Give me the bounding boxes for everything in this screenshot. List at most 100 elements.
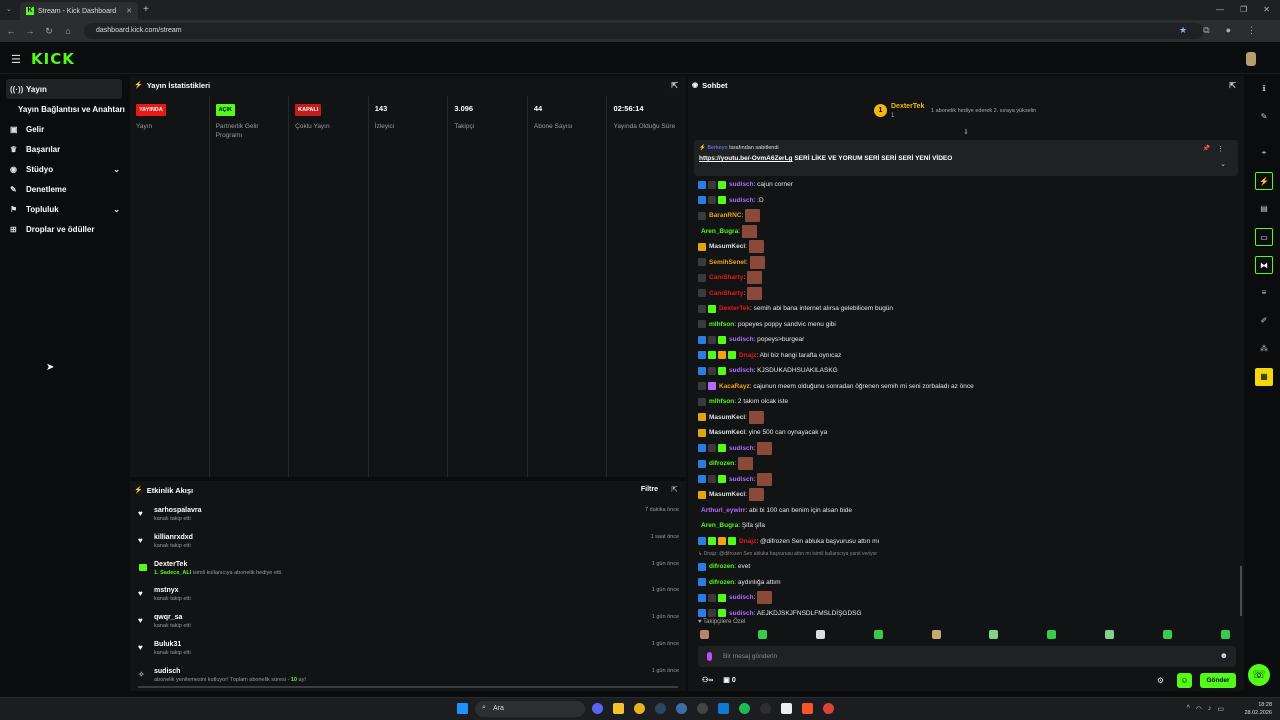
vscode-icon[interactable] bbox=[718, 703, 729, 714]
popout-icon[interactable]: ⇱ bbox=[1229, 81, 1236, 90]
chat-username[interactable]: MasumKeci bbox=[709, 414, 745, 421]
chevron-up-icon[interactable]: ^ bbox=[1186, 705, 1189, 713]
pin-icon[interactable]: 📌 bbox=[1203, 145, 1210, 152]
chat-scrollbar[interactable] bbox=[1240, 566, 1242, 616]
minimize-icon[interactable]: — bbox=[1216, 5, 1224, 14]
chat-username[interactable]: difrozen bbox=[709, 563, 734, 570]
sidebar-item-stream-key[interactable]: Yayın Bağlantısı ve Anahtarı bbox=[0, 99, 128, 119]
send-button[interactable]: Gönder bbox=[1200, 673, 1236, 688]
kick-emote-icon[interactable]: ☺ bbox=[1177, 673, 1192, 688]
chrome-icon[interactable] bbox=[634, 703, 645, 714]
chat-username[interactable]: sudisch bbox=[729, 445, 754, 452]
chat-username[interactable]: Aren_Bugra bbox=[701, 228, 738, 235]
chat-username[interactable]: MasumKeci bbox=[709, 491, 745, 498]
chat-username[interactable]: sudisch bbox=[729, 476, 754, 483]
lightning-icon[interactable]: ⚡ bbox=[1255, 172, 1273, 190]
activity-user[interactable]: Buluk31 bbox=[154, 641, 686, 648]
hamburger-menu-icon[interactable]: ☰ bbox=[11, 53, 21, 66]
profile-avatar-icon[interactable]: ● bbox=[1226, 25, 1231, 36]
home-icon[interactable]: ⌂ bbox=[60, 26, 76, 36]
windows-start-icon[interactable] bbox=[457, 703, 468, 714]
obs-icon[interactable] bbox=[760, 703, 771, 714]
emote-icon[interactable] bbox=[815, 630, 825, 639]
chat-username[interactable]: DexterTek bbox=[719, 305, 750, 312]
gear-icon[interactable]: ⚙ bbox=[1157, 676, 1164, 685]
chat-username[interactable]: Arthurl_eywirr bbox=[701, 507, 745, 514]
chat-username[interactable]: BaranRNC bbox=[709, 212, 742, 219]
volume-icon[interactable]: ♪ bbox=[1208, 705, 1212, 713]
clapperboard-icon[interactable]: ▦ bbox=[1255, 368, 1273, 386]
openai-icon[interactable] bbox=[697, 703, 708, 714]
close-tab-icon[interactable]: ✕ bbox=[126, 7, 132, 15]
chat-icon[interactable]: ▭ bbox=[1255, 228, 1273, 246]
steam-icon[interactable] bbox=[655, 703, 666, 714]
forward-icon[interactable]: → bbox=[22, 26, 38, 36]
emote-icon[interactable] bbox=[1220, 630, 1230, 639]
reload-icon[interactable]: ↻ bbox=[41, 26, 57, 37]
brave-icon[interactable] bbox=[802, 703, 813, 714]
pencil-icon[interactable]: ✎ bbox=[1255, 108, 1273, 126]
chat-username[interactable]: sudisch bbox=[729, 336, 754, 343]
maximize-icon[interactable]: ❐ bbox=[1240, 5, 1247, 14]
activity-user[interactable]: sudisch bbox=[154, 668, 686, 675]
tab-search-icon[interactable]: ⌄ bbox=[6, 5, 12, 13]
emote-icon[interactable] bbox=[1163, 630, 1172, 639]
emote-icon[interactable] bbox=[700, 630, 709, 639]
nodes-icon[interactable]: ⁂ bbox=[1255, 340, 1273, 358]
kick-logo[interactable]: KICK bbox=[31, 50, 75, 68]
emote-icon[interactable] bbox=[873, 630, 883, 639]
activity-user[interactable]: DexterTek bbox=[154, 561, 686, 568]
sidebar-item-denetleme[interactable]: ✎ Denetleme bbox=[0, 179, 128, 199]
microphone-icon[interactable] bbox=[707, 652, 712, 661]
sidebar-item-droplar[interactable]: ⊞ Droplar ve ödüller bbox=[0, 219, 128, 239]
chat-input[interactable]: Bir mesaj gönderin ☻ bbox=[698, 646, 1236, 667]
activity-user[interactable]: sarhospalavra bbox=[154, 507, 686, 514]
emote-icon[interactable] bbox=[931, 630, 941, 639]
users-infinity-icon[interactable]: ⚇∞ bbox=[702, 676, 713, 684]
chrome-active-icon[interactable] bbox=[823, 703, 834, 714]
chat-username[interactable]: sudisch bbox=[729, 610, 754, 617]
emote-icon[interactable] bbox=[757, 630, 767, 639]
url-field[interactable]: dashboard.kick.com/stream bbox=[84, 23, 1204, 39]
chat-username[interactable]: sudisch bbox=[729, 367, 754, 374]
activity-user[interactable]: qwqr_sa bbox=[154, 614, 686, 621]
wrench-icon[interactable]: ✐ bbox=[1255, 312, 1273, 330]
close-window-icon[interactable]: ✕ bbox=[1263, 5, 1270, 14]
pinned-link[interactable]: https://youtu.be/-OvmA6ZerLg bbox=[699, 155, 793, 162]
taskbar-search[interactable]: ⌕ Ara bbox=[475, 701, 585, 717]
notion-icon[interactable] bbox=[781, 703, 792, 714]
horizontal-scrollbar[interactable] bbox=[138, 686, 678, 688]
layers-icon[interactable]: ≡ bbox=[1255, 284, 1273, 302]
chat-username[interactable]: sudisch bbox=[729, 181, 754, 188]
top-gifter-name[interactable]: DexterTek bbox=[891, 103, 924, 110]
chat-username[interactable]: mlhfson bbox=[709, 321, 734, 328]
browser-menu-icon[interactable]: ⋮ bbox=[1247, 25, 1256, 36]
sidebar-item-gelir[interactable]: ▣ Gelir bbox=[0, 119, 128, 139]
user-avatar[interactable] bbox=[1246, 52, 1256, 66]
chat-username[interactable]: Aren_Bugra bbox=[701, 522, 738, 529]
link-icon[interactable]: ⧓ bbox=[1255, 256, 1273, 274]
app-icon[interactable] bbox=[676, 703, 687, 714]
file-explorer-icon[interactable] bbox=[613, 703, 624, 714]
pinned-by-user[interactable]: Berkeyo bbox=[707, 145, 727, 151]
spotify-icon[interactable] bbox=[739, 703, 750, 714]
sidebar-item-yayin[interactable]: ((·)) Yayın bbox=[6, 79, 122, 99]
help-chat-icon[interactable]: ☏ bbox=[1248, 664, 1270, 686]
wifi-icon[interactable]: ◠ bbox=[1196, 705, 1202, 713]
browser-tab[interactable]: K Stream - Kick Dashboard ✕ bbox=[20, 2, 138, 20]
chevron-down-icon[interactable]: ⌄ bbox=[1220, 160, 1226, 168]
activity-user[interactable]: killianrxdxd bbox=[154, 534, 686, 541]
bookmark-star-icon[interactable]: ★ bbox=[1179, 25, 1187, 36]
clipboard-icon[interactable]: ▤ bbox=[1255, 200, 1273, 218]
collapse-icon[interactable]: ⇓ bbox=[963, 128, 969, 136]
chat-username[interactable]: difrozen bbox=[709, 579, 734, 586]
popout-icon[interactable]: ⇱ bbox=[671, 485, 678, 494]
more-options-icon[interactable]: ⋮ bbox=[1217, 145, 1224, 153]
points-counter[interactable]: ▣ 0 bbox=[723, 676, 735, 684]
chat-username[interactable]: KacaRayz bbox=[719, 383, 750, 390]
emote-icon[interactable] bbox=[989, 630, 999, 639]
info-icon[interactable]: ℹ bbox=[1255, 80, 1273, 98]
extensions-icon[interactable]: ⧉ bbox=[1203, 25, 1209, 36]
sidebar-item-topluluk[interactable]: ⚑ Topluluk ⌄ bbox=[0, 199, 128, 219]
chat-username[interactable]: sudisch bbox=[729, 197, 754, 204]
